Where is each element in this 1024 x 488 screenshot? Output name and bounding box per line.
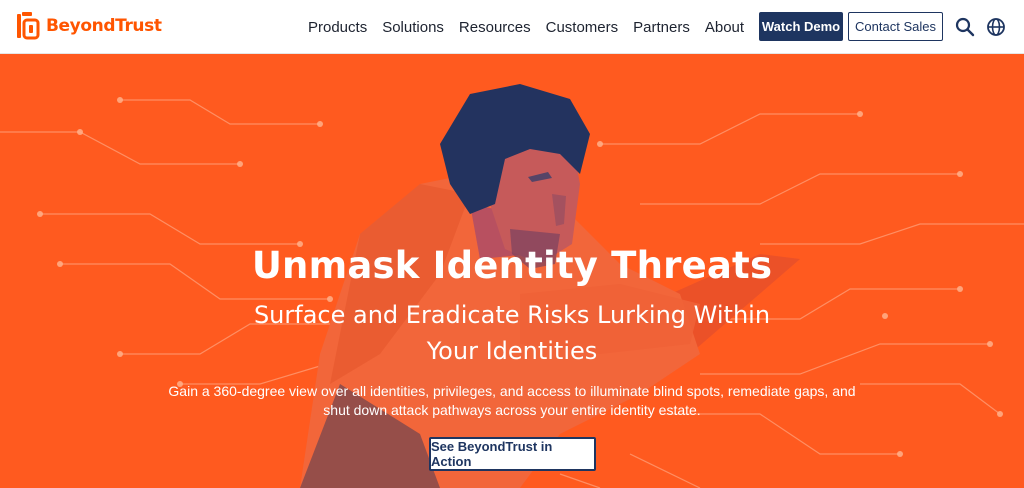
watch-demo-button[interactable]: Watch Demo (759, 12, 843, 41)
menu-item-resources[interactable]: Resources (459, 19, 531, 36)
globe-icon[interactable] (986, 17, 1006, 37)
hero-subtitle: Surface and Eradicate Risks Lurking With… (253, 301, 771, 365)
menu-item-customers[interactable]: Customers (546, 19, 619, 36)
top-navbar: BeyondTrust Products Solutions Resources… (0, 0, 1024, 54)
hero-description: Gain a 360-degree view over all identiti… (168, 383, 856, 418)
hero-banner: Unmask Identity Threats Surface and Erad… (0, 54, 1024, 488)
menu-item-partners[interactable]: Partners (633, 19, 690, 36)
menu-item-about[interactable]: About (705, 19, 744, 36)
main-menu: Products Solutions Resources Customers P… (308, 0, 759, 54)
menu-item-products[interactable]: Products (308, 19, 367, 36)
brand-name: BeyondTrust (46, 16, 162, 36)
search-icon[interactable] (955, 17, 975, 37)
contact-sales-button[interactable]: Contact Sales (848, 12, 943, 41)
hero-title: Unmask Identity Threats (251, 244, 773, 287)
see-beyondtrust-in-action-button[interactable]: See BeyondTrust in Action (429, 437, 596, 471)
menu-item-solutions[interactable]: Solutions (382, 19, 444, 36)
brand-logo[interactable]: BeyondTrust (16, 12, 162, 40)
beyondtrust-logo-icon (17, 12, 40, 40)
